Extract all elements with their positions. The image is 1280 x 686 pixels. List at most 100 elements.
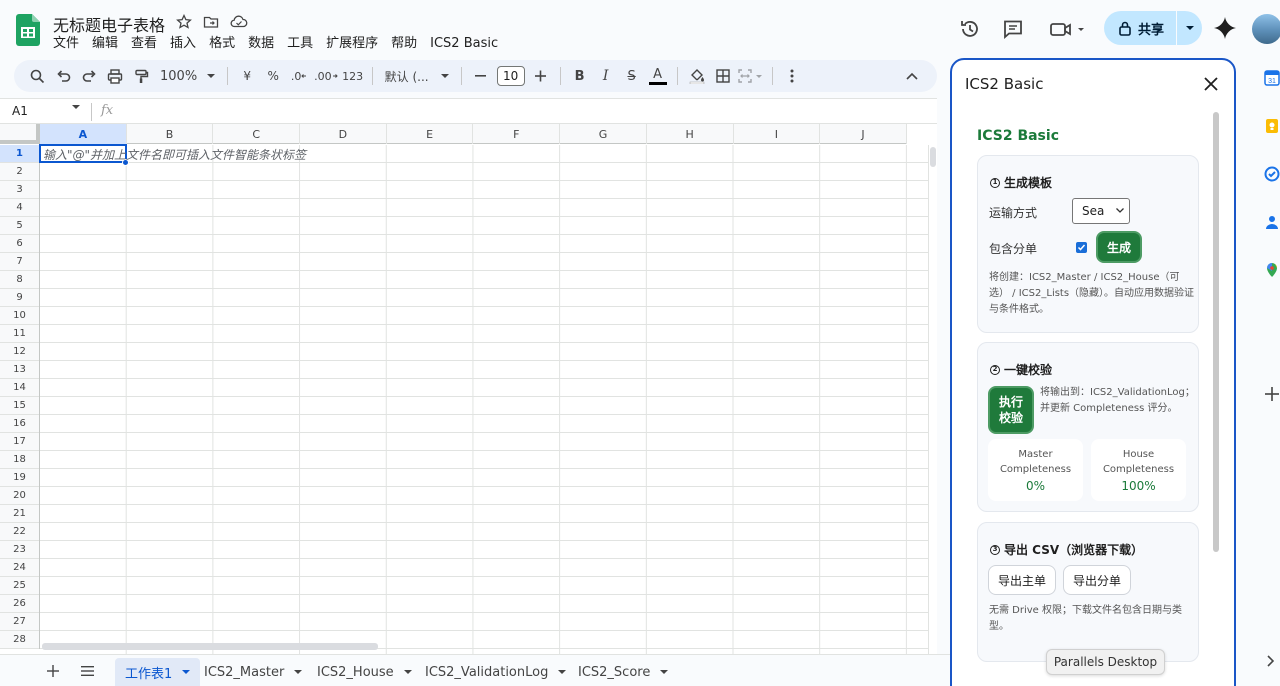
row-header-19[interactable]: 19 <box>0 469 39 487</box>
sheet-tab[interactable]: ICS2_Master <box>194 658 312 686</box>
caret-down-icon[interactable] <box>558 669 567 675</box>
column-header-c[interactable]: C <box>213 124 301 144</box>
include-house-checkbox[interactable] <box>1076 242 1087 253</box>
row-header-12[interactable]: 12 <box>0 343 39 361</box>
decrease-font-size-icon[interactable] <box>468 63 494 89</box>
sheet-tab[interactable]: ICS2_ValidationLog <box>415 658 576 686</box>
row-header-13[interactable]: 13 <box>0 361 39 379</box>
row-header-18[interactable]: 18 <box>0 451 39 469</box>
fill-color-icon[interactable] <box>684 63 710 89</box>
tasks-icon[interactable] <box>1264 166 1280 182</box>
row-header-14[interactable]: 14 <box>0 379 39 397</box>
chevron-right-icon[interactable] <box>1266 655 1274 667</box>
vertical-scrollbar[interactable] <box>928 145 937 654</box>
decrease-decimal-button[interactable]: .0 <box>286 63 312 89</box>
text-color-button[interactable]: A <box>645 63 671 89</box>
row-header-6[interactable]: 6 <box>0 235 39 253</box>
print-icon[interactable] <box>102 63 128 89</box>
caret-down-icon[interactable] <box>182 669 191 675</box>
sidepanel-scrollbar[interactable] <box>1211 112 1220 552</box>
sheets-logo-icon[interactable] <box>16 14 40 46</box>
font-family-select[interactable]: 默认 (... <box>379 63 455 89</box>
sheet-tab[interactable]: ICS2_House <box>307 658 422 686</box>
font-size-input[interactable]: 10 <box>496 66 525 86</box>
doc-title[interactable]: 无标题电子表格 <box>53 12 165 36</box>
caret-down-icon[interactable] <box>403 669 412 675</box>
row-header-16[interactable]: 16 <box>0 415 39 433</box>
row-header-28[interactable]: 28 <box>0 631 39 649</box>
add-addon-icon[interactable] <box>1264 386 1280 402</box>
menu-data[interactable]: 数据 <box>248 35 287 53</box>
export-master-button[interactable]: 导出主单 <box>988 565 1056 595</box>
sheet-tab[interactable]: 工作表1 <box>115 658 201 686</box>
horizontal-scrollbar-thumb[interactable] <box>42 643 378 650</box>
caret-down-icon[interactable] <box>660 669 669 675</box>
menu-file[interactable]: 文件 <box>53 35 92 53</box>
increase-font-size-icon[interactable] <box>528 63 554 89</box>
maps-icon[interactable] <box>1264 262 1280 278</box>
row-header-21[interactable]: 21 <box>0 505 39 523</box>
run-validation-button[interactable]: 执行 校验 <box>988 386 1034 434</box>
column-header-e[interactable]: E <box>387 124 474 144</box>
format-percent-button[interactable]: % <box>260 63 286 89</box>
menu-view[interactable]: 查看 <box>131 35 170 53</box>
row-header-20[interactable]: 20 <box>0 487 39 505</box>
move-folder-icon[interactable] <box>201 12 221 32</box>
row-header-4[interactable]: 4 <box>0 199 39 217</box>
add-sheet-icon[interactable] <box>42 661 64 681</box>
column-header-d[interactable]: D <box>300 124 387 144</box>
comments-icon[interactable] <box>998 14 1028 44</box>
cloud-saved-icon[interactable] <box>229 12 249 32</box>
row-header-25[interactable]: 25 <box>0 577 39 595</box>
column-header-h[interactable]: H <box>647 124 734 144</box>
strikethrough-button[interactable]: S <box>619 63 645 89</box>
menu-tools[interactable]: 工具 <box>287 35 326 53</box>
row-header-9[interactable]: 9 <box>0 289 39 307</box>
menu-edit[interactable]: 编辑 <box>92 35 131 53</box>
row-header-2[interactable]: 2 <box>0 163 39 181</box>
row-header-23[interactable]: 23 <box>0 541 39 559</box>
more-options-icon[interactable] <box>779 63 805 89</box>
row-header-17[interactable]: 17 <box>0 433 39 451</box>
bold-button[interactable]: B <box>567 63 593 89</box>
collapse-menus-icon[interactable] <box>899 63 925 89</box>
paint-format-icon[interactable] <box>128 63 154 89</box>
transport-select[interactable]: Sea <box>1072 198 1130 224</box>
row-header-22[interactable]: 22 <box>0 523 39 541</box>
row-header-11[interactable]: 11 <box>0 325 39 343</box>
sheet-tab[interactable]: ICS2_Score <box>568 658 678 686</box>
row-header-15[interactable]: 15 <box>0 397 39 415</box>
menu-extensions[interactable]: 扩展程序 <box>326 35 391 53</box>
column-header-b[interactable]: B <box>127 124 214 144</box>
vertical-scrollbar-thumb[interactable] <box>930 147 936 167</box>
row-header-8[interactable]: 8 <box>0 271 39 289</box>
caret-down-icon[interactable] <box>294 669 303 675</box>
row-header-10[interactable]: 10 <box>0 307 39 325</box>
gemini-icon[interactable] <box>1212 15 1238 41</box>
column-header-i[interactable]: I <box>734 124 821 144</box>
version-history-icon[interactable] <box>955 14 985 44</box>
borders-icon[interactable] <box>710 63 736 89</box>
share-button[interactable]: 共享 <box>1104 11 1202 45</box>
name-box[interactable]: A1 <box>12 104 28 118</box>
format-currency-button[interactable]: ¥ <box>234 63 260 89</box>
row-header-5[interactable]: 5 <box>0 217 39 235</box>
undo-icon[interactable] <box>50 63 76 89</box>
zoom-select[interactable]: 100% <box>154 63 221 89</box>
column-header-j[interactable]: J <box>820 124 907 144</box>
row-header-27[interactable]: 27 <box>0 613 39 631</box>
menu-ics2-basic[interactable]: ICS2 Basic <box>430 35 511 53</box>
menu-format[interactable]: 格式 <box>209 35 248 53</box>
menu-help[interactable]: 帮助 <box>391 35 430 53</box>
export-house-button[interactable]: 导出分单 <box>1063 565 1131 595</box>
menu-insert[interactable]: 插入 <box>170 35 209 53</box>
contacts-icon[interactable] <box>1264 214 1280 230</box>
all-sheets-icon[interactable] <box>76 661 98 681</box>
redo-icon[interactable] <box>76 63 102 89</box>
caret-down-icon[interactable] <box>72 105 80 110</box>
cells-area[interactable] <box>40 145 928 654</box>
share-dropdown[interactable] <box>1177 25 1202 31</box>
italic-button[interactable]: I <box>593 63 619 89</box>
increase-decimal-button[interactable]: .00 <box>312 63 340 89</box>
row-header-26[interactable]: 26 <box>0 595 39 613</box>
